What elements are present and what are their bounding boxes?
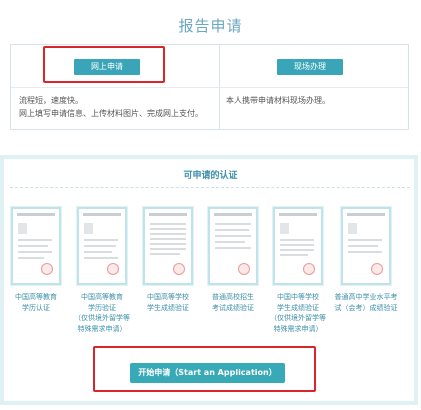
- certification-section-title: 可申请的认证: [183, 171, 238, 181]
- online-desc-line1: 流程短，速度快。: [19, 96, 83, 105]
- seal-icon: [173, 263, 185, 275]
- cert-card-3[interactable]: [143, 207, 193, 285]
- cert-label-1[interactable]: 中国高等教育 学历认证: [4, 292, 68, 313]
- online-desc-line2: 网上填写申请信息、上传材料图片、完成网上支付。: [19, 109, 203, 118]
- seal-icon: [107, 263, 119, 275]
- cert-card-6[interactable]: [341, 207, 391, 285]
- cert-label-2[interactable]: 中国高等教育 学历验证 （仅供境外留学等 特殊需求申请）: [70, 292, 134, 334]
- cert-card-4[interactable]: [208, 207, 258, 285]
- cert-label-4[interactable]: 普通高校招生 考试成绩验证: [201, 292, 265, 313]
- seal-icon: [303, 263, 315, 275]
- online-apply-button[interactable]: 网上申请: [74, 59, 140, 75]
- onsite-apply-button[interactable]: 现场办理: [277, 59, 343, 75]
- cert-card-5[interactable]: [273, 207, 323, 285]
- panel-separator: [11, 87, 408, 88]
- seal-icon: [371, 263, 383, 275]
- section-divider: [10, 187, 410, 188]
- start-application-button[interactable]: 开始申请（Start an Application）: [130, 363, 285, 383]
- cert-card-2[interactable]: [77, 207, 127, 285]
- seal-icon: [41, 263, 53, 275]
- seal-icon: [238, 263, 250, 275]
- page-title: 报告申请: [178, 17, 243, 35]
- cert-label-5[interactable]: 中国中等学校 学生成绩验证 （仅供境外留学等 特殊需求申请）: [266, 292, 330, 334]
- onsite-desc: 本人携带申请材料现场办理。: [226, 96, 330, 105]
- cert-label-6[interactable]: 普通高中学业水平考 试（会考）成绩验证: [326, 292, 406, 313]
- cert-label-3[interactable]: 中国高等学校 学生成绩验证: [136, 292, 200, 313]
- cert-card-1[interactable]: [11, 207, 61, 285]
